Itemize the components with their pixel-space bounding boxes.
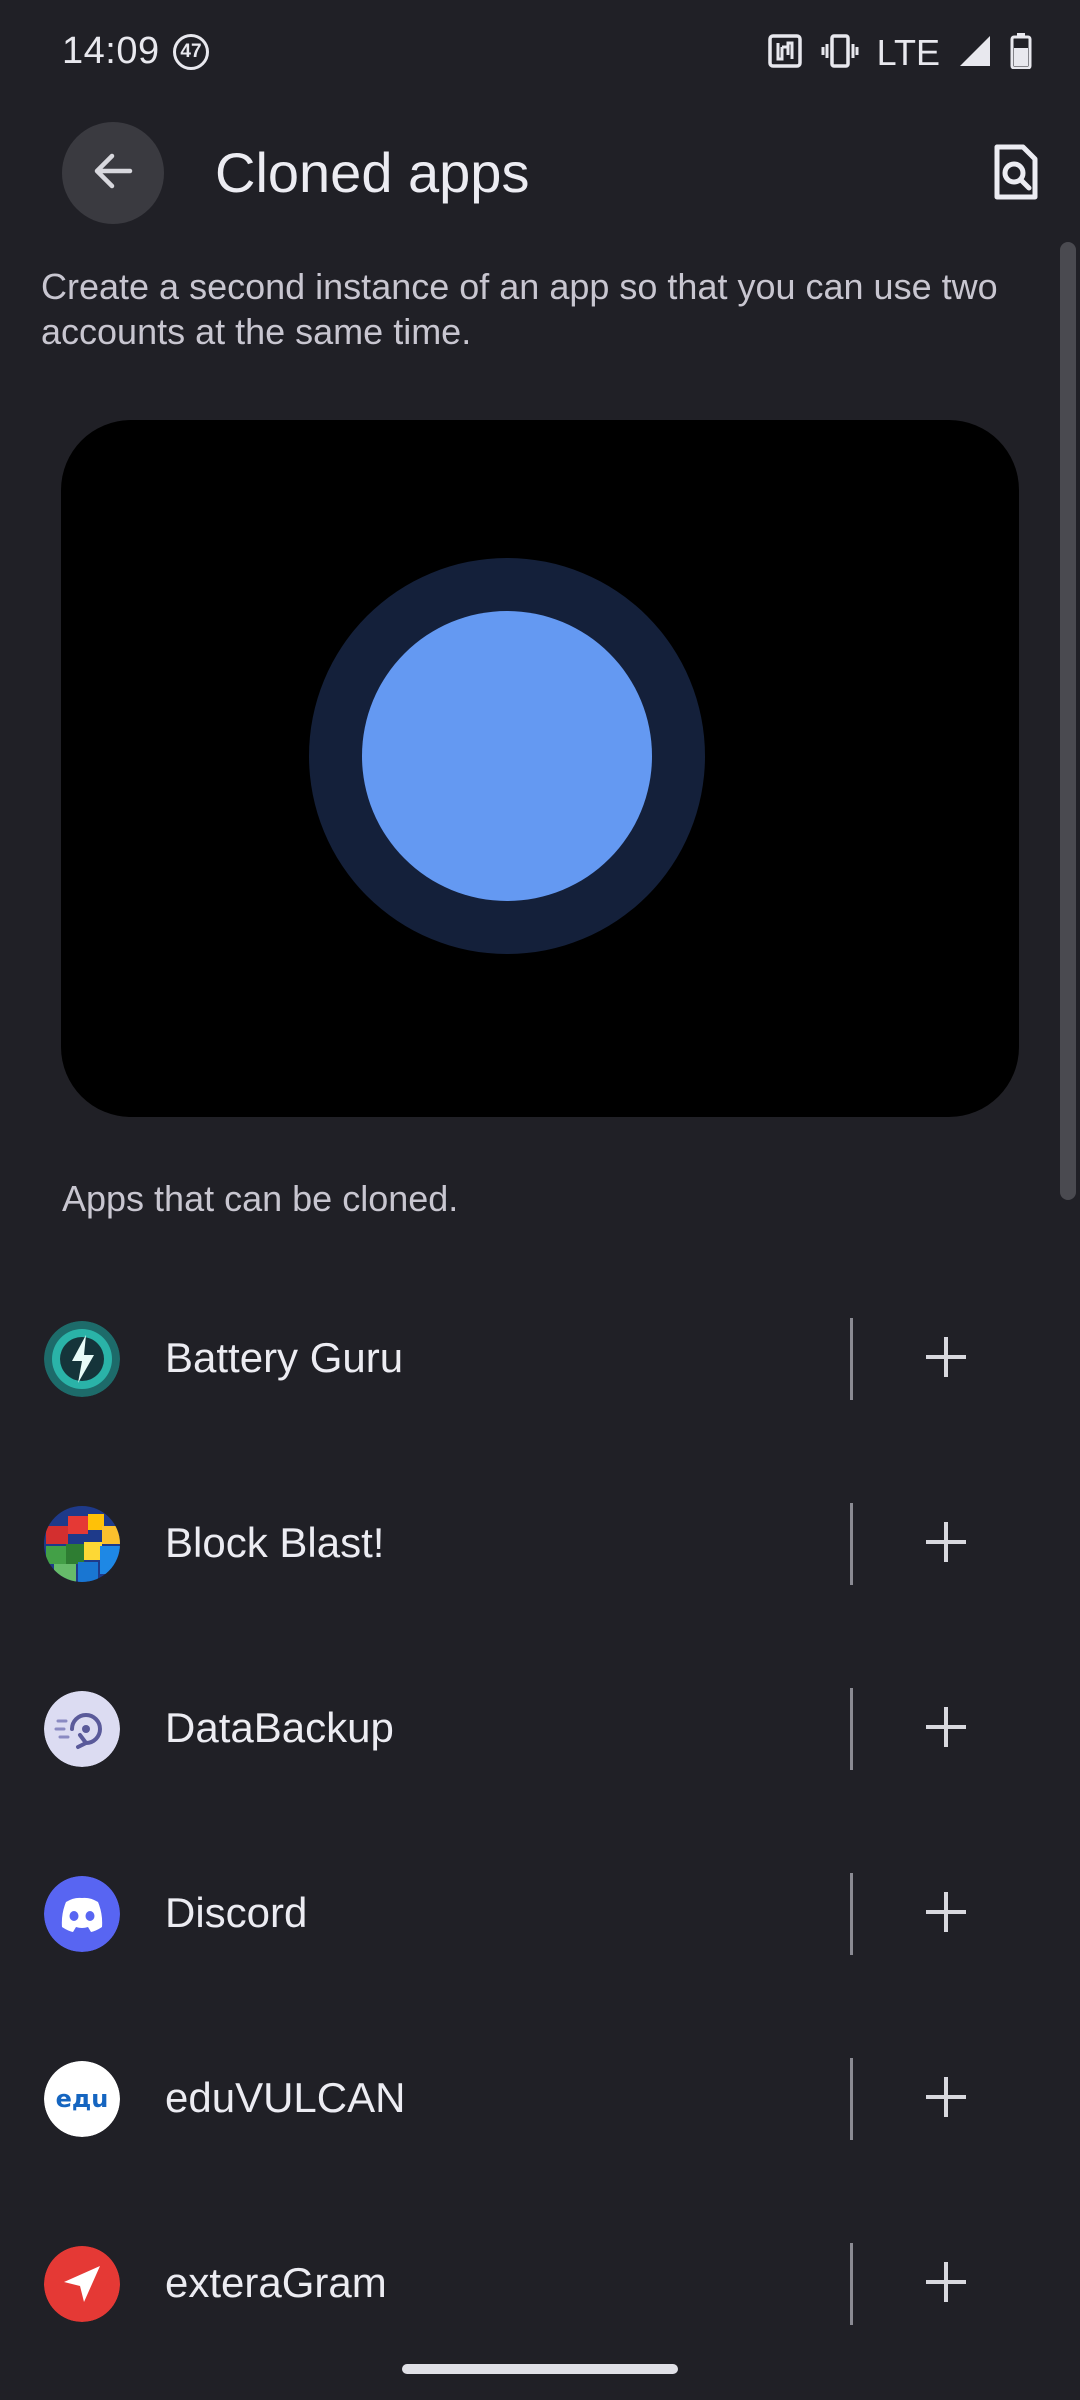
add-clone-button[interactable] [900, 1318, 992, 1400]
status-time: 14:09 [62, 30, 160, 72]
app-name: Discord [165, 1889, 308, 1936]
divider [850, 1318, 853, 1400]
app-list: Battery Guru Block Blast! DataBackup Dis… [0, 1290, 1080, 2400]
divider [850, 1688, 853, 1770]
divider [850, 2243, 853, 2325]
nfc-icon [767, 33, 803, 74]
list-item[interactable]: DataBackup [0, 1660, 1080, 1845]
plus-icon [924, 1335, 968, 1384]
divider [850, 1873, 853, 1955]
signal-icon [958, 34, 992, 73]
vibrate-icon [821, 33, 859, 74]
list-item[interactable]: Block Blast! [0, 1475, 1080, 1660]
block-blast-icon [44, 1506, 120, 1582]
arrow-back-icon [90, 148, 136, 199]
plus-icon [924, 1890, 968, 1939]
illustration-ring [309, 558, 705, 954]
divider [850, 2058, 853, 2140]
discord-icon [44, 1876, 120, 1952]
list-item[interactable]: Battery Guru [0, 1290, 1080, 1475]
network-type: LTE [876, 32, 940, 73]
home-indicator[interactable] [402, 2364, 678, 2374]
illustration [61, 420, 1019, 1117]
svg-text:eдu: eдu [56, 2085, 109, 2113]
scrollbar[interactable] [1060, 242, 1076, 1200]
plus-icon [924, 2075, 968, 2124]
plus-icon [924, 2260, 968, 2309]
app-name: eduVULCAN [165, 2074, 406, 2121]
battery-icon [1010, 32, 1032, 74]
back-button[interactable] [62, 122, 164, 224]
list-item[interactable]: eдu eduVULCAN [0, 2030, 1080, 2215]
add-clone-button[interactable] [900, 1873, 992, 1955]
divider [850, 1503, 853, 1585]
notification-count-badge: 47 [173, 34, 209, 70]
illustration-core [362, 611, 652, 901]
section-label: Apps that can be cloned. [62, 1178, 459, 1219]
app-name: Battery Guru [165, 1334, 404, 1381]
page-title: Cloned apps [215, 141, 530, 204]
eduvulcan-icon: eдu [44, 2061, 120, 2137]
app-name: Block Blast! [165, 1519, 385, 1566]
add-clone-button[interactable] [900, 2243, 992, 2325]
status-bar: 14:09 47 LTE [0, 0, 1080, 110]
app-name: exteraGram [165, 2259, 387, 2306]
exteragram-icon [44, 2246, 120, 2322]
add-clone-button[interactable] [900, 2058, 992, 2140]
app-name: DataBackup [165, 1704, 394, 1751]
battery-guru-icon [44, 1321, 120, 1397]
plus-icon [924, 1520, 968, 1569]
add-clone-button[interactable] [900, 1503, 992, 1585]
add-clone-button[interactable] [900, 1688, 992, 1770]
page-description: Create a second instance of an app so th… [41, 266, 998, 352]
search-button[interactable] [976, 134, 1056, 214]
status-icons: LTE [767, 30, 1032, 76]
search-page-icon [993, 144, 1039, 205]
plus-icon [924, 1705, 968, 1754]
list-item[interactable]: Discord [0, 1845, 1080, 2030]
databackup-icon [44, 1691, 120, 1767]
